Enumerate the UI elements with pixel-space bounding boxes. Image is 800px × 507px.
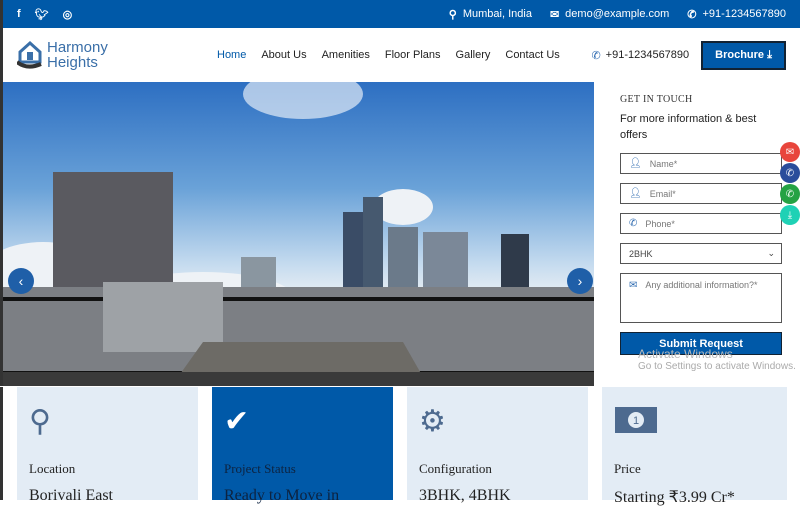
top-bar: f 🐦︎ ◎ ⚲ Mumbai, India ✉ demo@example.com … (0, 0, 800, 28)
enquiry-form: GET IN TOUCH For more information & best… (620, 94, 782, 355)
form-subheading: For more information & best offers (620, 113, 757, 141)
card-value: Borivali East (29, 487, 113, 504)
windows-watermark: Activate Windows Go to Settings to activa… (638, 347, 796, 372)
name-placeholder: Name* (649, 158, 678, 169)
phone-placeholder: Phone* (645, 218, 675, 229)
banknote-icon: 1 (614, 405, 775, 439)
whatsapp-icon[interactable]: ✆ (780, 184, 800, 204)
card-label: Location (29, 461, 76, 476)
email-placeholder: Email* (649, 188, 676, 199)
chevron-down-icon: ⌄ (767, 248, 775, 258)
phone-link[interactable]: ✆ +91-1234567890 (687, 8, 786, 21)
info-placeholder: Any additional information?* (645, 280, 758, 290)
main-nav: Harmony Heights Home About Us Amenities F… (0, 28, 800, 82)
twitter-icon[interactable]: 🐦︎ (35, 8, 49, 21)
user-icon: 👤︎ (629, 158, 642, 169)
facebook-icon[interactable]: f (17, 8, 21, 21)
download-icon: ⤓ (767, 48, 772, 61)
form-heading: GET IN TOUCH (620, 94, 693, 105)
nav-phone[interactable]: ✆ +91-1234567890 (591, 49, 689, 62)
nav-home[interactable]: Home (217, 49, 246, 61)
card-configuration: ⚙ Configuration 3BHK, 4BHK (407, 387, 588, 504)
gear-icon: ⚙ (419, 405, 446, 438)
card-status: ✔ Project Status Ready to Move in (212, 387, 393, 504)
info-textarea[interactable]: ✉ Any additional information?* (620, 273, 782, 323)
nav-floor-plans[interactable]: Floor Plans (385, 49, 441, 61)
nav-phone-text: +91-1234567890 (605, 49, 690, 61)
svg-text:1: 1 (633, 415, 639, 427)
hero-image (3, 82, 594, 386)
card-location: ⚲ Location Borivali East (17, 387, 198, 504)
nav-contact[interactable]: Contact Us (505, 49, 559, 61)
email-input[interactable]: 👤︎ Email* (620, 183, 782, 204)
card-label: Price (614, 461, 641, 476)
email-link[interactable]: ✉ demo@example.com (550, 8, 669, 21)
brochure-button[interactable]: Brochure ⤓ (701, 40, 786, 70)
hero-slider: ‹ › (0, 82, 594, 386)
phone-icon: ✆ (629, 218, 638, 229)
next-slide-button[interactable]: › (567, 268, 593, 294)
envelope-icon: ✉ (629, 280, 638, 291)
map-pin-icon: ⚲ (448, 8, 457, 21)
instagram-icon[interactable]: ◎ (63, 8, 73, 21)
prev-slide-button[interactable]: ‹ (8, 268, 34, 294)
download-icon[interactable]: ⤓ (780, 205, 800, 225)
check-icon: ✔ (224, 405, 250, 438)
envelope-icon: ✉ (549, 8, 560, 21)
name-input[interactable]: 👤︎ Name* (620, 153, 782, 174)
house-hand-icon (17, 40, 42, 69)
mail-icon[interactable]: ✉ (780, 142, 800, 162)
map-pin-icon: ⚲ (29, 405, 51, 438)
phone-input[interactable]: ✆ Phone* (620, 213, 782, 234)
card-price: 1 Price Starting ₹3.99 Cr* (602, 387, 787, 506)
brochure-label: Brochure (715, 48, 765, 61)
card-value: 3BHK, 4BHK (419, 487, 511, 504)
card-label: Project Status (224, 461, 296, 476)
card-value: Starting ₹3.99 Cr* (614, 489, 735, 506)
location-info: ⚲ Mumbai, India (449, 8, 532, 21)
watermark-title: Activate Windows (638, 347, 733, 361)
logo[interactable]: Harmony Heights (17, 40, 197, 70)
phone-text: +91-1234567890 (702, 8, 787, 20)
nav-gallery[interactable]: Gallery (456, 49, 491, 61)
nav-about[interactable]: About Us (261, 49, 306, 61)
phone-icon: ✆ (591, 49, 601, 62)
watermark-sub: Go to Settings to activate Windows. (638, 361, 796, 372)
email-text: demo@example.com (565, 8, 670, 20)
card-value: Ready to Move in (224, 487, 340, 504)
logo-line1: Harmony (47, 39, 108, 56)
highlights: ⚲ Location Borivali East ✔ Project Status Re… (0, 387, 800, 506)
card-label: Configuration (419, 461, 492, 476)
nav-amenities[interactable]: Amenities (322, 49, 370, 61)
user-icon: 👤︎ (629, 188, 642, 199)
phone-icon[interactable]: ✆ (780, 163, 800, 183)
select-value: 2BHK (629, 248, 653, 259)
location-text: Mumbai, India (462, 8, 532, 20)
configuration-select[interactable]: 2BHK ⌄ (620, 243, 782, 264)
logo-line2: Heights (47, 54, 98, 71)
phone-icon: ✆ (687, 8, 697, 21)
